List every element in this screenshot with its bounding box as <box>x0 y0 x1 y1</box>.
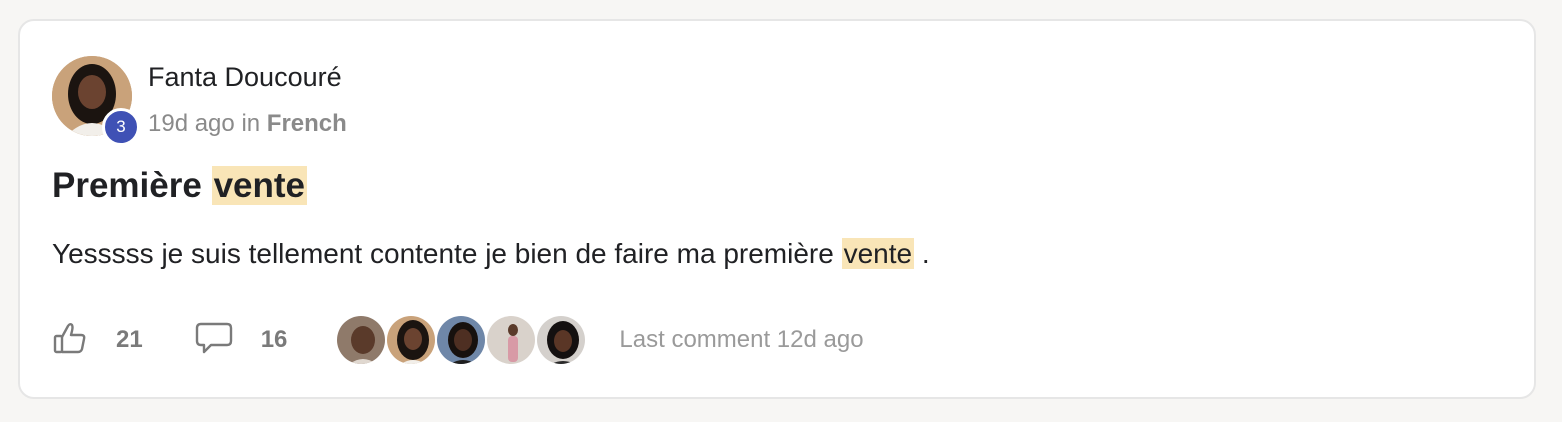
comment-count: 16 <box>260 326 288 353</box>
like-button[interactable]: 21 <box>52 320 143 361</box>
commenter-avatar[interactable] <box>485 314 538 366</box>
author-level-badge: 3 <box>102 108 140 146</box>
commenter-avatar[interactable] <box>435 314 488 366</box>
author-name[interactable]: Fanta Doucouré <box>148 60 347 94</box>
post-subline: 19d ago in French <box>148 109 347 139</box>
post-header: 3 Fanta Doucouré 19d ago in French <box>52 56 347 146</box>
speech-bubble-icon[interactable] <box>195 321 233 360</box>
commenter-avatars[interactable] <box>335 314 588 366</box>
post-footer: 21 16 Last comment 12d ago <box>52 313 864 367</box>
commenter-avatar[interactable] <box>385 314 438 366</box>
post-body-highlight: vente <box>841 238 915 269</box>
like-count: 21 <box>116 326 143 353</box>
thumbs-up-icon[interactable] <box>52 320 88 361</box>
in-label: in <box>241 110 261 137</box>
post-body-end: . <box>914 238 930 269</box>
post-body-text: Yesssss je suis tellement contente je bi… <box>52 238 842 269</box>
author-meta: Fanta Doucouré 19d ago in French <box>148 56 347 139</box>
author-avatar-wrap[interactable]: 3 <box>52 56 140 146</box>
post-card[interactable]: 3 Fanta Doucouré 19d ago in French Premi… <box>18 19 1536 399</box>
space-link[interactable]: French <box>267 110 347 137</box>
post-title-text: Première <box>52 166 212 205</box>
commenter-avatar[interactable] <box>335 314 388 366</box>
post-body: Yesssss je suis tellement contente je bi… <box>52 234 930 274</box>
post-time: 19d ago <box>148 110 235 137</box>
post-title-highlight: vente <box>211 166 307 205</box>
post-title[interactable]: Première vente <box>52 161 307 211</box>
commenter-avatar[interactable] <box>535 314 588 366</box>
last-comment-time: Last comment 12d ago <box>619 326 864 353</box>
comment-button[interactable]: 16 <box>195 321 288 360</box>
